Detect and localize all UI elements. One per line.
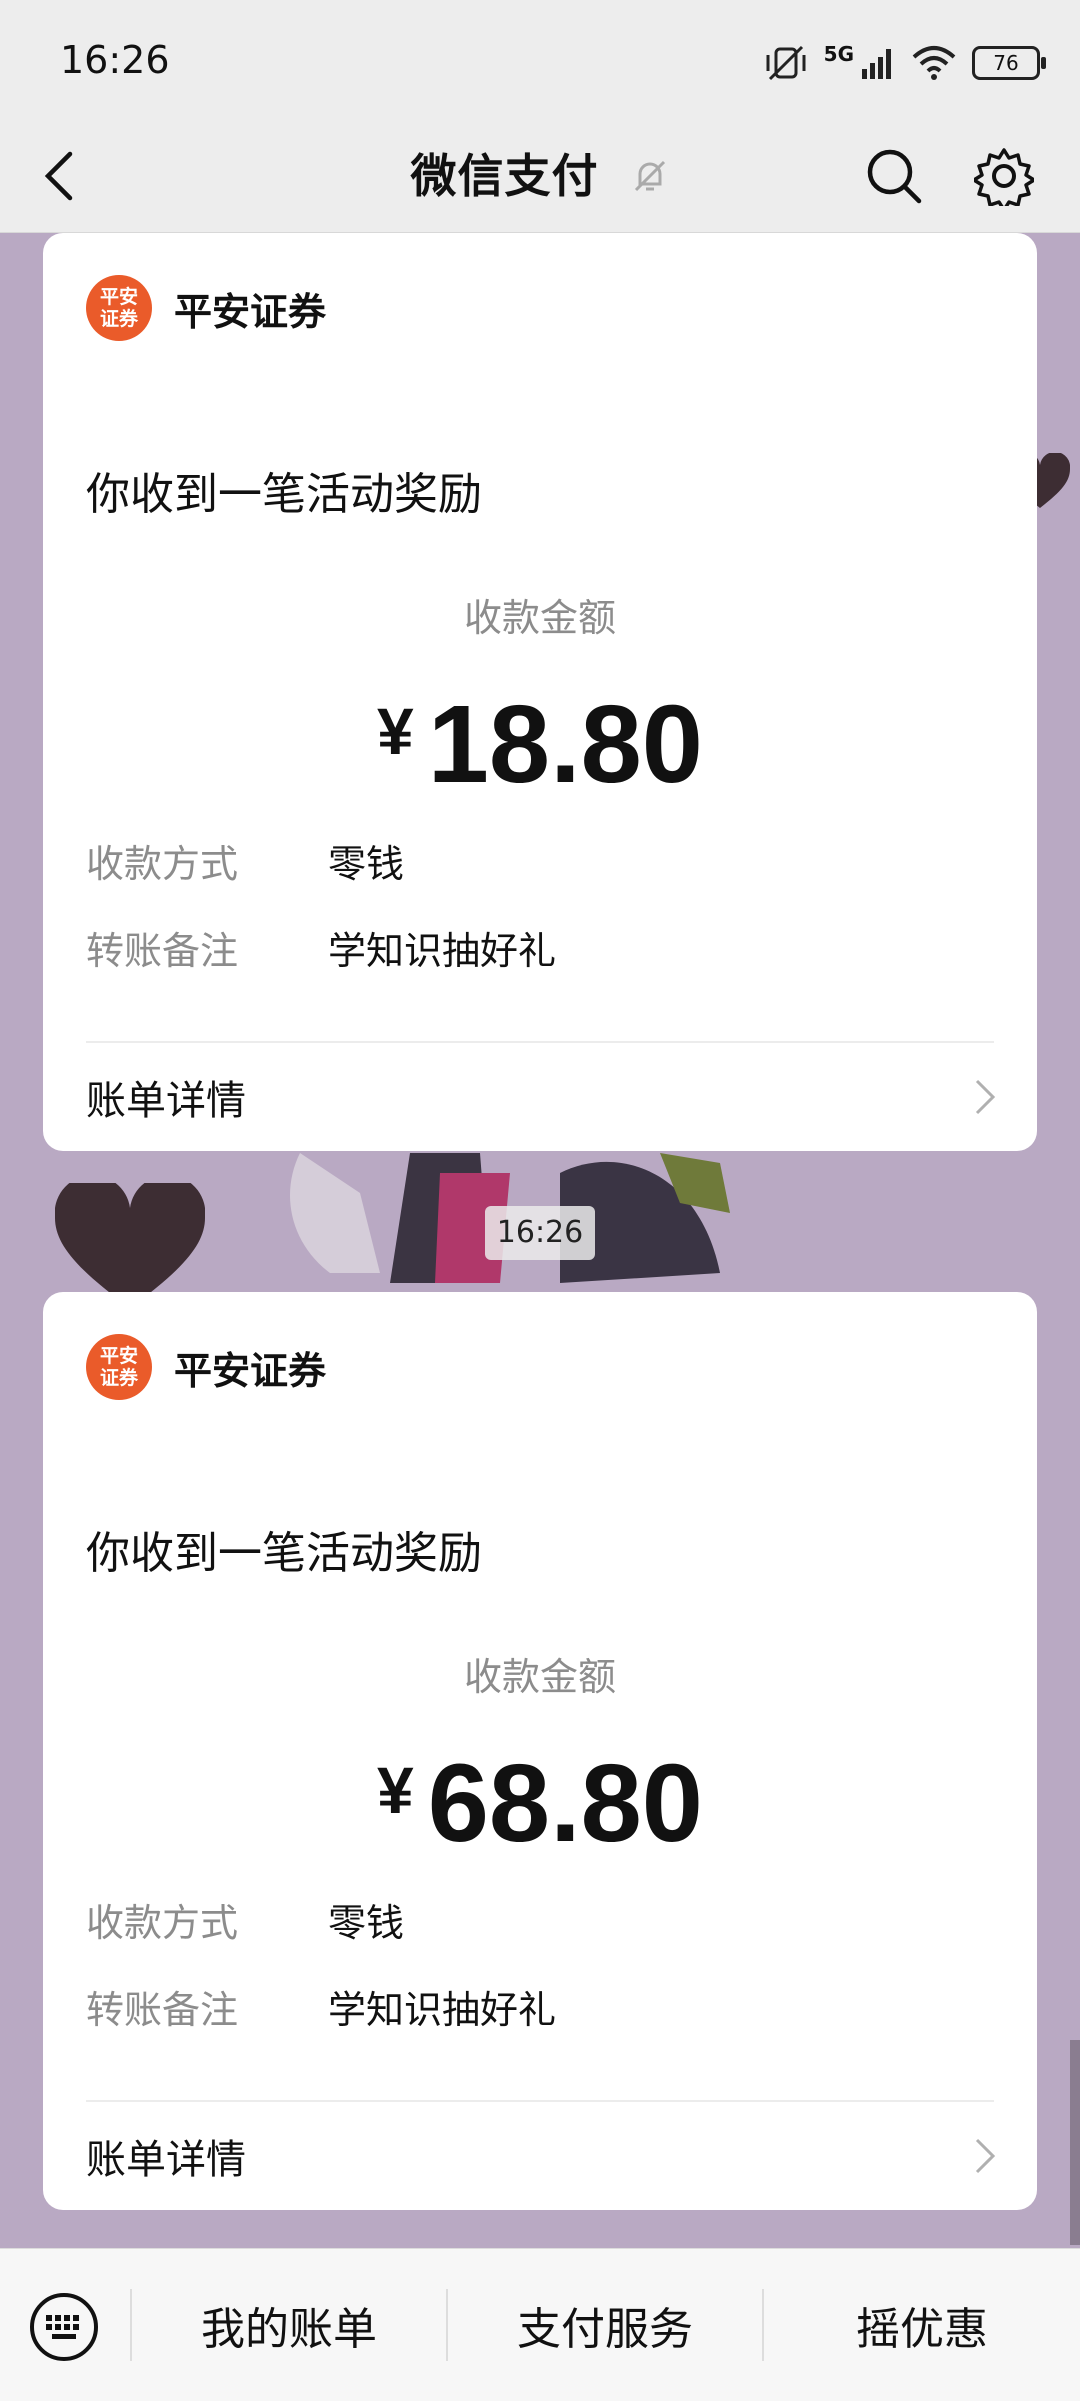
card-headline: 你收到一笔活动奖励: [86, 469, 482, 520]
transfer-note-value: 学知识抽好礼: [328, 929, 557, 973]
message-timestamp: 16:26: [485, 1206, 595, 1260]
merchant-logo-text: 平安 证券: [99, 1345, 138, 1389]
amount-value: ¥18.80: [43, 681, 1037, 808]
mute-vibrate-icon: [766, 45, 806, 81]
payment-method-value: 零钱: [328, 1901, 405, 1945]
status-bar: 16:26 5G 76: [0, 0, 1080, 120]
payment-method-row: 收款方式 零钱: [86, 833, 404, 888]
status-icons: 5G 76: [764, 38, 1046, 88]
keyboard-icon: [30, 2293, 98, 2361]
search-button[interactable]: [858, 140, 930, 212]
bill-detail-label: 账单详情: [86, 1078, 246, 1124]
currency-symbol: ¥: [377, 1753, 414, 1827]
amount-number: 68.80: [427, 1742, 703, 1865]
merchant-header[interactable]: 平安 证券 平安证券: [86, 1334, 326, 1400]
card-headline: 你收到一笔活动奖励: [86, 1528, 482, 1579]
bill-detail-label: 账单详情: [86, 2137, 246, 2183]
menu-my-bills[interactable]: 我的账单: [132, 2249, 446, 2401]
search-icon: [867, 149, 922, 204]
currency-symbol: ¥: [377, 694, 414, 768]
payment-card[interactable]: 平安 证券 平安证券 你收到一笔活动奖励 收款金额 ¥68.80 收款方式 零钱 …: [43, 1292, 1037, 2210]
menu-payment-services[interactable]: 支付服务: [448, 2249, 762, 2401]
gear-icon: [974, 148, 1034, 206]
amount-number: 18.80: [427, 683, 703, 806]
battery-indicator: 76: [972, 46, 1046, 80]
chevron-right-icon: [975, 1079, 996, 1115]
chevron-right-icon: [975, 2138, 996, 2174]
navigation-bar: 微信支付: [0, 120, 1080, 233]
amount-label: 收款金额: [463, 596, 616, 640]
transfer-note-row: 转账备注 学知识抽好礼: [86, 920, 556, 975]
payment-method-row: 收款方式 零钱: [86, 1892, 404, 1947]
amount-value: ¥68.80: [43, 1740, 1037, 1867]
bottom-menu-bar: 我的账单 支付服务 摇优惠: [0, 2248, 1080, 2401]
payment-card[interactable]: 平安 证券 平安证券 你收到一笔活动奖励 收款金额 ¥18.80 收款方式 零钱 …: [43, 233, 1037, 1151]
page-title-text: 微信支付: [410, 149, 599, 203]
scrollbar-thumb[interactable]: [1070, 2040, 1080, 2245]
merchant-name[interactable]: 平安证券: [174, 1340, 326, 1395]
keyboard-toggle-button[interactable]: [28, 2291, 100, 2363]
transfer-note-label: 转账备注: [86, 929, 239, 973]
payment-method-label: 收款方式: [86, 842, 239, 886]
amount-label: 收款金额: [463, 1655, 616, 1699]
transfer-note-value: 学知识抽好礼: [328, 1988, 557, 2032]
transfer-note-row: 转账备注 学知识抽好礼: [86, 1979, 556, 2034]
payment-method-value: 零钱: [328, 842, 405, 886]
wifi-icon: [912, 46, 956, 80]
bill-detail-link[interactable]: 账单详情: [86, 1068, 997, 1126]
merchant-logo[interactable]: 平安 证券: [86, 275, 152, 341]
transfer-note-label: 转账备注: [86, 1988, 239, 2032]
network-label: 5G: [823, 42, 854, 66]
settings-button[interactable]: [968, 140, 1040, 212]
divider: [86, 1041, 994, 1043]
divider: [86, 2100, 994, 2102]
signal-icon: [862, 49, 891, 79]
bill-detail-link[interactable]: 账单详情: [86, 2127, 997, 2185]
bell-off-icon: [634, 160, 665, 192]
menu-shake-deals[interactable]: 摇优惠: [764, 2249, 1080, 2401]
battery-level: 76: [993, 51, 1019, 75]
status-time: 16:26: [60, 38, 170, 82]
merchant-logo[interactable]: 平安 证券: [86, 1334, 152, 1400]
payment-method-label: 收款方式: [86, 1901, 239, 1945]
merchant-name[interactable]: 平安证券: [174, 281, 326, 336]
merchant-logo-text: 平安 证券: [99, 286, 138, 330]
chat-area[interactable]: 平安 证券 平安证券 你收到一笔活动奖励 收款金额 ¥18.80 收款方式 零钱 …: [0, 233, 1080, 2248]
merchant-header[interactable]: 平安 证券 平安证券: [86, 275, 326, 341]
